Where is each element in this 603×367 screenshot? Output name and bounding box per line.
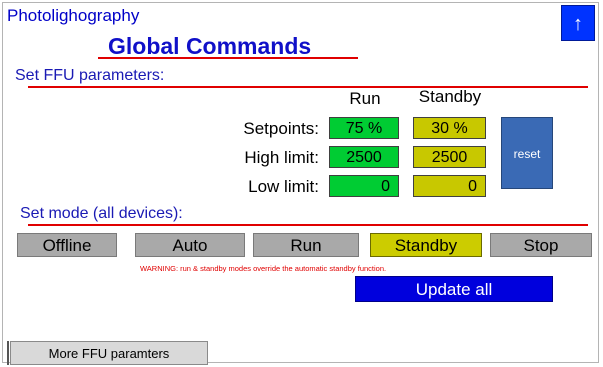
title-underline [98, 57, 358, 59]
low-limit-standby-field[interactable]: 0 [413, 175, 486, 197]
row-label-setpoints: Setpoints: [243, 119, 319, 138]
ffu-section-underline [28, 86, 588, 88]
mode-button-stop[interactable]: Stop [490, 233, 592, 257]
reset-button[interactable]: reset [501, 117, 553, 189]
mode-button-run[interactable]: Run [253, 233, 359, 257]
app-name: Photolighography [7, 6, 140, 25]
page-title: Global Commands [108, 33, 312, 59]
column-header-standby: Standby [418, 87, 482, 106]
mode-section-underline [28, 224, 588, 226]
ffu-section-label: Set FFU parameters: [15, 67, 165, 84]
setpoint-run-field[interactable]: 75 % [329, 117, 399, 139]
column-header-run: Run [349, 89, 381, 108]
high-limit-standby-field[interactable]: 2500 [413, 146, 486, 168]
footer-divider [7, 341, 9, 365]
arrow-up-icon: ↑ [573, 13, 583, 35]
mode-button-offline[interactable]: Offline [17, 233, 117, 257]
update-all-button[interactable]: Update all [355, 276, 553, 302]
low-limit-run-field[interactable]: 0 [329, 175, 399, 197]
high-limit-run-field[interactable]: 2500 [329, 146, 399, 168]
mode-section-label: Set mode (all devices): [20, 205, 183, 222]
more-ffu-parameters-button[interactable]: More FFU paramters [10, 341, 208, 365]
setpoint-standby-field[interactable]: 30 % [413, 117, 486, 139]
row-label-low-limit: Low limit: [248, 177, 319, 196]
up-arrow-button[interactable]: ↑ [561, 5, 595, 41]
row-label-high-limit: High limit: [244, 148, 319, 167]
mode-button-standby[interactable]: Standby [370, 233, 482, 257]
mode-button-auto[interactable]: Auto [135, 233, 245, 257]
mode-warning-text: WARNING: run & standby modes override th… [140, 264, 387, 273]
